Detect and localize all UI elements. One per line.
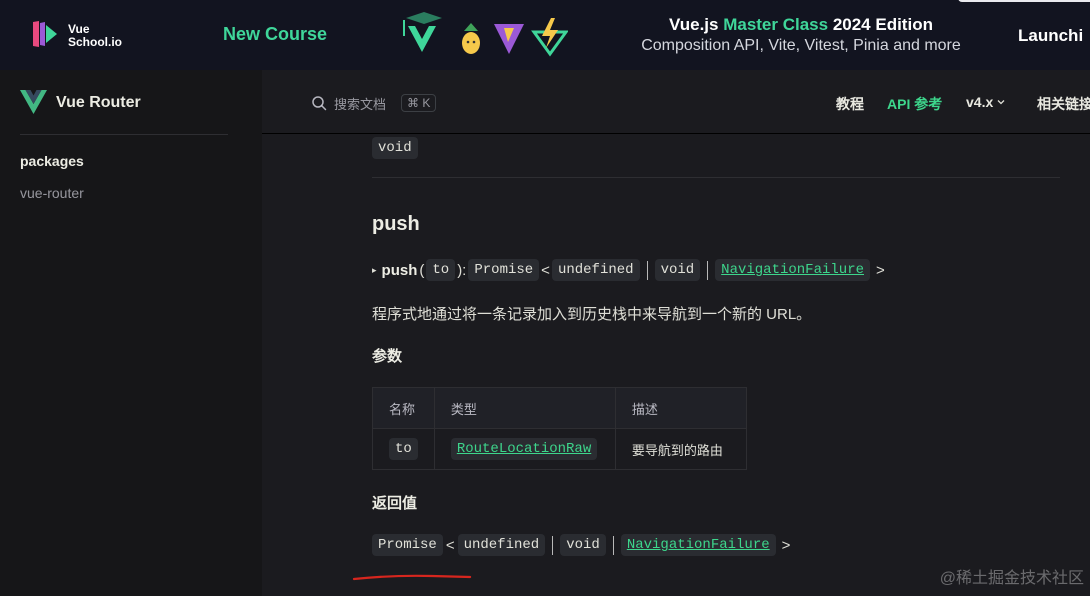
nav-related-links[interactable]: 相关链接 — [1037, 94, 1090, 114]
vue-graduation-icon — [403, 12, 442, 52]
sidebar-group-packages: packages — [20, 153, 84, 169]
type-void: void — [654, 259, 701, 281]
main-content: void push ▸ push ( to ): Promise < undef… — [262, 135, 1090, 596]
vue-logo-icon[interactable] — [20, 90, 47, 114]
search-button[interactable]: 搜索文档 ⌘ K — [302, 85, 462, 121]
return-type: Promise < undefined void NavigationFailu… — [372, 534, 790, 556]
chevron-down-icon — [997, 100, 1005, 105]
vueschool-logo-icon — [33, 21, 57, 47]
params-table: 名称 类型 描述 to RouteLocationRaw 要导航到的路由 — [372, 387, 747, 470]
new-course-label: New Course — [223, 24, 328, 44]
return-type-promise: Promise — [372, 534, 443, 556]
route-location-raw-link[interactable]: RouteLocationRaw — [457, 441, 591, 457]
nav-api-reference[interactable]: API 参考 — [887, 94, 942, 114]
param-name: to — [389, 438, 418, 460]
red-underline-annotation — [352, 574, 472, 581]
table-header-row: 名称 类型 描述 — [372, 387, 747, 429]
return-navigation-failure-link[interactable]: NavigationFailure — [627, 537, 770, 553]
table-row: to RouteLocationRaw 要导航到的路由 — [372, 428, 747, 470]
search-placeholder: 搜索文档 — [334, 96, 387, 112]
union-separator — [646, 260, 648, 280]
vite-icon — [494, 24, 524, 54]
banner-icons — [403, 12, 568, 57]
return-type-undefined: undefined — [457, 534, 546, 556]
promo-banner[interactable]: Vue School.io New Course Vue.js Master C… — [0, 0, 1090, 70]
param-desc-cell: 要导航到的路由 — [614, 428, 747, 470]
signature-name: push — [381, 261, 418, 279]
prev-return-type: void — [372, 137, 418, 159]
col-header-type: 类型 — [433, 387, 616, 429]
return-gt: > — [781, 536, 791, 554]
method-heading-push[interactable]: push — [372, 213, 420, 236]
nav-version-dropdown[interactable]: v4.x — [966, 94, 1005, 110]
type-promise: Promise — [468, 259, 540, 281]
masterclass-title: Vue.js Master Class 2024 Edition — [669, 15, 933, 34]
masterclass-subtitle: Composition API, Vite, Vitest, Pinia and… — [641, 37, 961, 54]
signature-open-paren: ( — [419, 261, 425, 279]
col-header-desc: 描述 — [614, 387, 747, 429]
vitest-icon — [531, 18, 568, 57]
search-icon — [312, 96, 327, 111]
param-type-cell: RouteLocationRaw — [433, 428, 616, 470]
union-separator — [612, 535, 614, 555]
returns-heading: 返回值 — [372, 495, 418, 512]
version-label: v4.x — [966, 94, 994, 110]
banner-edge-decoration — [958, 0, 1090, 2]
signature-gt: > — [876, 261, 885, 279]
caret-right-icon: ▸ — [372, 264, 377, 275]
type-undefined: undefined — [551, 259, 640, 281]
sidebar-item-vue-router[interactable]: vue-router — [20, 185, 84, 201]
method-signature: ▸ push ( to ): Promise < undefined void … — [372, 259, 887, 281]
union-separator — [552, 535, 554, 555]
site-title[interactable]: Vue Router — [56, 94, 141, 112]
nav-tutorial[interactable]: 教程 — [836, 94, 864, 114]
sidebar: Vue Router packages vue-router — [0, 70, 262, 596]
signature-lt: < — [541, 261, 550, 279]
return-type-void: void — [560, 534, 606, 556]
watermark: @稀土掘金技术社区 — [939, 570, 1084, 587]
params-heading: 参数 — [372, 348, 403, 365]
vueschool-name: Vue School.io — [68, 22, 122, 49]
launch-button[interactable]: Launchi — [1018, 26, 1083, 46]
method-description: 程序式地通过将一条记录加入到历史栈中来导航到一个新的 URL。 — [372, 306, 812, 323]
signature-param: to — [426, 259, 456, 281]
col-header-name: 名称 — [372, 387, 435, 429]
section-divider — [372, 177, 1060, 178]
signature-close: ): — [457, 261, 467, 279]
navigation-failure-link[interactable]: NavigationFailure — [721, 262, 864, 278]
search-shortcut: ⌘ K — [401, 94, 437, 112]
pineapple-icon — [462, 23, 480, 54]
param-name-cell: to — [372, 428, 435, 470]
union-separator — [707, 260, 709, 280]
sidebar-divider — [20, 134, 228, 135]
top-nav: 搜索文档 ⌘ K 教程 API 参考 v4.x 相关链接 — [262, 70, 1090, 134]
return-lt: < — [445, 536, 455, 554]
type-navigation-failure[interactable]: NavigationFailure — [715, 259, 870, 281]
